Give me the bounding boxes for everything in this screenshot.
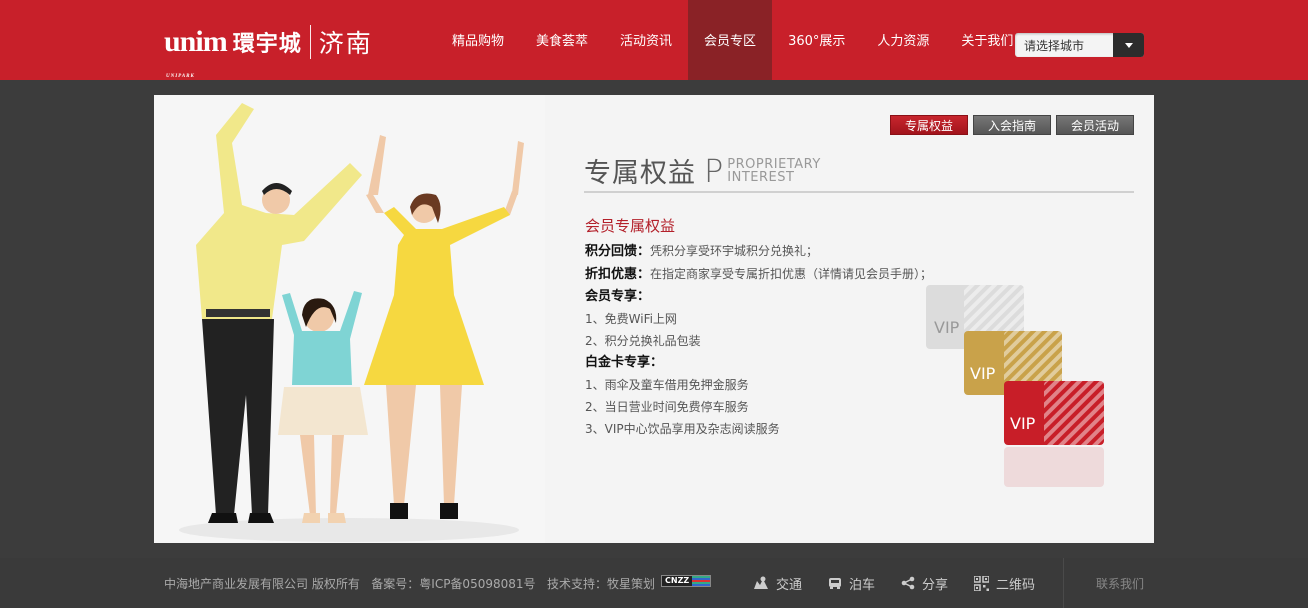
nav-hr[interactable]: 人力资源 — [861, 0, 945, 80]
footer-icp[interactable]: 备案号：粤ICP备05098081号 — [371, 577, 535, 591]
site-header: unim UNIPARK 環宇城 济南 精品购物 美食荟萃 活动资讯 会员专区 … — [0, 0, 1308, 80]
section-title: 专属权益 P PROPRIETARY INTEREST — [584, 151, 821, 190]
qrcode-link[interactable]: 二维码 — [974, 574, 1035, 593]
main-nav: 精品购物 美食荟萃 活动资讯 会员专区 360°展示 人力资源 关于我们 — [436, 0, 1029, 80]
chevron-down-icon — [1124, 42, 1133, 48]
logo-sub: UNIPARK — [166, 74, 195, 79]
tab-join-guide[interactable]: 入会指南 — [973, 115, 1051, 135]
footer-copyright: 中海地产商业发展有限公司 版权所有 — [164, 577, 360, 591]
family-photo — [154, 95, 545, 543]
site-footer: 中海地产商业发展有限公司 版权所有 备案号：粤ICP备05098081号 技术支… — [0, 558, 1308, 608]
cnzz-badge[interactable]: CNZZ — [661, 575, 711, 587]
footer-info: 中海地产商业发展有限公司 版权所有 备案号：粤ICP备05098081号 技术支… — [164, 575, 655, 592]
nav-360-view[interactable]: 360°展示 — [772, 0, 861, 80]
points-benefit: 积分回馈：凭积分享受环宇城积分兑换礼； — [585, 244, 819, 259]
share-icon — [901, 576, 915, 590]
member-tabs: 专属权益 入会指南 会员活动 — [890, 115, 1134, 135]
parking-link[interactable]: 泊车 — [828, 574, 875, 593]
nav-membership[interactable]: 会员专区 — [688, 0, 773, 80]
contact-us-link[interactable]: 联系我们 — [1096, 575, 1144, 592]
cnzz-graph-icon — [692, 576, 710, 586]
traffic-link[interactable]: 交通 — [753, 574, 802, 593]
member-panel: 专属权益 入会指南 会员活动 专属权益 P PROPRIETARY INTERES… — [154, 95, 1154, 543]
city-select-value: 请选择城市 — [1024, 38, 1085, 53]
vip-cards-image: VIP VIP VIP — [924, 285, 1114, 495]
tab-exclusive-benefits[interactable]: 专属权益 — [890, 115, 968, 135]
logo-divider — [309, 25, 311, 59]
footer-tech-support: 技术支持：牧星策划 — [546, 577, 655, 591]
title-divider — [584, 191, 1134, 193]
cnzz-label: CNZZ — [662, 576, 693, 586]
discount-benefit: 折扣优惠：在指定商家享受专属折扣优惠（详情请见会员手册）； — [585, 267, 933, 282]
nav-dining[interactable]: 美食荟萃 — [520, 0, 604, 80]
footer-links: 交通 泊车 分享 二维码 — [753, 558, 1061, 608]
logo-chinese-name: 環宇城 — [232, 31, 302, 57]
svg-text:VIP: VIP — [970, 364, 996, 383]
benefits-heading: 会员专属权益 — [585, 217, 676, 235]
section-title-en: PROPRIETARY INTEREST — [727, 156, 821, 185]
footer-divider — [1063, 558, 1064, 608]
svg-text:VIP: VIP — [934, 318, 960, 337]
share-link[interactable]: 分享 — [901, 574, 948, 593]
section-title-cn: 专属权益 — [584, 158, 696, 189]
svg-text:VIP: VIP — [1010, 414, 1036, 433]
qrcode-icon — [974, 575, 990, 591]
city-select[interactable]: 请选择城市 — [1015, 33, 1144, 57]
city-select-toggle[interactable] — [1113, 33, 1144, 57]
nav-shopping[interactable]: 精品购物 — [436, 0, 520, 80]
map-icon — [754, 576, 768, 589]
tab-member-events[interactable]: 会员活动 — [1056, 115, 1134, 135]
section-title-p: P — [704, 151, 724, 190]
logo-mark: unim UNIPARK — [164, 27, 228, 80]
site-logo[interactable]: unim UNIPARK 環宇城 济南 — [164, 20, 373, 80]
nav-news[interactable]: 活动资讯 — [604, 0, 688, 80]
logo-city: 济南 — [318, 29, 373, 58]
car-icon — [829, 578, 842, 589]
